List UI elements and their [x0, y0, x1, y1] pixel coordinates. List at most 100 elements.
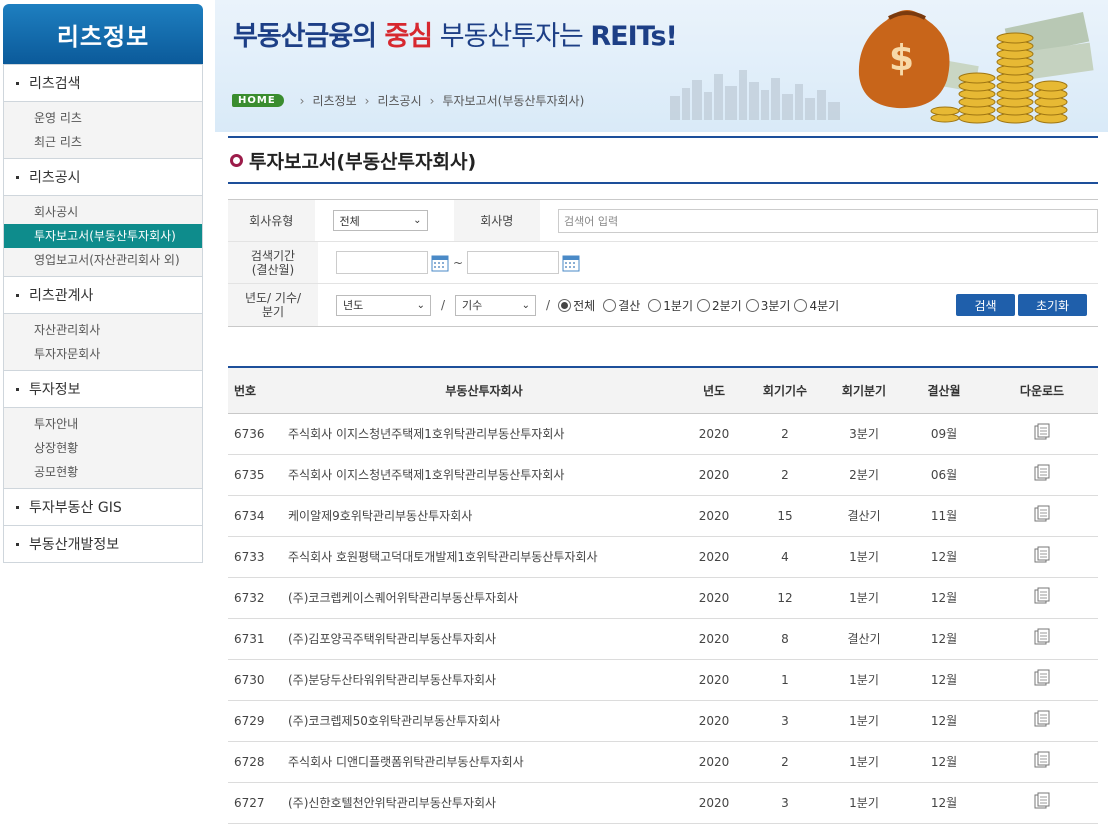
sidebar-subitem-asset-management[interactable]: 자산관리회사 [4, 318, 202, 342]
document-download-icon[interactable] [1033, 546, 1051, 564]
report-table: 번호 부동산투자회사 년도 회기기수 회기분기 결산월 다운로드 6736 주식회… [228, 366, 1098, 824]
page-title-text: 투자보고서(부동산투자회사) [249, 150, 477, 173]
chevron-down-icon: ⌄ [416, 299, 425, 311]
cell-company[interactable]: 케이알제9호위탁관리부동산투자회사 [284, 495, 684, 537]
cell-month: 11월 [902, 495, 986, 537]
radio-label: 1분기 [663, 298, 693, 313]
sidebar-subitem-investment-report[interactable]: 투자보고서(부동산투자회사) [4, 224, 202, 248]
sidebar-subitem-business-report[interactable]: 영업보고서(자산관리회사 외) [4, 248, 202, 272]
home-link[interactable]: HOME [232, 94, 284, 107]
sidebar-subitem-company-disclosure[interactable]: 회사공시 [4, 200, 202, 224]
period-label: 검색기간 (결산월) [228, 242, 318, 283]
radio-all[interactable]: 전체 [558, 297, 595, 314]
sidebar-item-development[interactable]: 부동산개발정보 [4, 525, 202, 562]
bullet-icon [16, 505, 19, 509]
table-row[interactable]: 6733 주식회사 호원평택고덕대토개발제1호위탁관리부동산투자회사 2020 4 1분… [228, 536, 1098, 578]
table-row[interactable]: 6728 주식회사 디앤디플랫폼위탁관리부동산투자회사 2020 2 1분기 12월 [228, 741, 1098, 783]
radio-q1[interactable]: 1분기 [648, 297, 693, 314]
radio-button[interactable] [648, 298, 662, 312]
document-download-icon[interactable] [1033, 792, 1051, 810]
document-download-icon[interactable] [1033, 751, 1051, 769]
year-select[interactable]: 년도 ⌄ [336, 294, 431, 316]
cell-year: 2020 [684, 782, 744, 824]
radio-label: 2분기 [712, 298, 742, 313]
cell-company[interactable]: (주)분당두산타워위탁관리부동산투자회사 [284, 659, 684, 701]
table-row[interactable]: 6729 (주)코크렙제50호위탁관리부동산투자회사 2020 3 1분기 12월 [228, 700, 1098, 742]
cell-number: 6735 [228, 454, 284, 496]
document-download-icon[interactable] [1033, 628, 1051, 646]
cell-company[interactable]: 주식회사 디앤디플랫폼위탁관리부동산투자회사 [284, 741, 684, 783]
cell-company[interactable]: 주식회사 이지스청년주택제1호위탁관리부동산투자회사 [284, 413, 684, 455]
radio-q2[interactable]: 2분기 [697, 297, 742, 314]
sidebar-submenu: 자산관리회사 투자자문회사 [4, 313, 202, 370]
cell-term: 4 [744, 536, 826, 578]
sidebar-item-disclosure[interactable]: 리츠공시 [4, 158, 202, 195]
radio-q4[interactable]: 4분기 [794, 297, 839, 314]
sidebar-subitem-recent-reits[interactable]: 최근 리츠 [4, 130, 202, 154]
period-separator: ~ [453, 255, 464, 270]
sidebar: 리츠정보 리츠검색 운영 리츠 최근 리츠 리츠공시 회사공시 투자보고서(부동… [3, 4, 203, 563]
cell-company[interactable]: (주)코크렙케이스퀘어위탁관리부동산투자회사 [284, 577, 684, 619]
sidebar-subitem-investment-advisory[interactable]: 투자자문회사 [4, 342, 202, 366]
document-download-icon[interactable] [1033, 464, 1051, 482]
document-download-icon[interactable] [1033, 710, 1051, 728]
calendar-icon[interactable] [431, 254, 449, 272]
document-download-icon[interactable] [1033, 587, 1051, 605]
term-select[interactable]: 기수 ⌄ [455, 294, 537, 316]
radio-settlement[interactable]: 결산 [603, 297, 640, 314]
table-row[interactable]: 6731 (주)김포양곡주택위탁관리부동산투자회사 2020 8 결산기 12월 [228, 618, 1098, 660]
breadcrumb-item[interactable]: 리츠공시 [377, 92, 421, 109]
search-button[interactable]: 검색 [956, 294, 1015, 316]
cell-download [986, 700, 1098, 742]
radio-label: 3분기 [760, 298, 791, 313]
reset-button[interactable]: 초기화 [1018, 294, 1087, 316]
cell-company[interactable]: (주)신한호텔천안위탁관리부동산투자회사 [284, 782, 684, 824]
sidebar-subitem-operating-reits[interactable]: 운영 리츠 [4, 106, 202, 130]
cell-company[interactable]: 주식회사 이지스청년주택제1호위탁관리부동산투자회사 [284, 454, 684, 496]
bullet-icon [16, 81, 19, 85]
year-term-label: 년도/ 기수/분기 [228, 284, 318, 326]
sidebar-item-investment-info[interactable]: 투자정보 [4, 370, 202, 407]
radio-q3[interactable]: 3분기 [745, 297, 791, 314]
table-row[interactable]: 6734 케이알제9호위탁관리부동산투자회사 2020 15 결산기 11월 [228, 495, 1098, 537]
radio-button[interactable] [794, 298, 808, 312]
radio-button[interactable] [697, 298, 710, 312]
table-row[interactable]: 6732 (주)코크렙케이스퀘어위탁관리부동산투자회사 2020 12 1분기 12월 [228, 577, 1098, 619]
period-end-input[interactable] [467, 251, 560, 274]
cell-year: 2020 [684, 659, 744, 701]
table-row[interactable]: 6730 (주)분당두산타워위탁관리부동산투자회사 2020 1 1분기 12월 [228, 659, 1098, 701]
document-download-icon[interactable] [1033, 423, 1051, 441]
calendar-icon[interactable] [562, 254, 580, 272]
radio-button[interactable] [745, 298, 759, 312]
company-name-input[interactable]: 검색어 입력 [558, 208, 1098, 233]
bullet-icon [16, 293, 19, 297]
cell-download [986, 536, 1098, 578]
cell-month: 09월 [902, 413, 986, 455]
document-download-icon[interactable] [1033, 505, 1051, 523]
table-row[interactable]: 6735 주식회사 이지스청년주택제1호위탁관리부동산투자회사 2020 2 2분기 06… [228, 454, 1098, 496]
cell-company[interactable]: (주)김포양곡주택위탁관리부동산투자회사 [284, 618, 684, 660]
sidebar-subitem-offering-status[interactable]: 공모현황 [4, 460, 202, 484]
breadcrumb-item[interactable]: 리츠정보 [312, 92, 356, 109]
radio-button[interactable] [558, 298, 572, 312]
sidebar-item-affiliates[interactable]: 리츠관계사 [4, 276, 202, 313]
cell-number: 6736 [228, 413, 284, 455]
sidebar-submenu: 운영 리츠 최근 리츠 [4, 101, 202, 158]
sidebar-item-reits-search[interactable]: 리츠검색 [4, 64, 202, 101]
table-row[interactable]: 6727 (주)신한호텔천안위탁관리부동산투자회사 2020 3 1분기 12월 [228, 782, 1098, 824]
table-row[interactable]: 6736 주식회사 이지스청년주택제1호위탁관리부동산투자회사 2020 2 3분기 09… [228, 413, 1098, 455]
company-type-select[interactable]: 전체 ⌄ [332, 210, 428, 231]
cell-month: 12월 [902, 618, 986, 660]
sidebar-item-gis[interactable]: 투자부동산 GIS [4, 488, 202, 525]
radio-button[interactable] [603, 298, 617, 312]
header-banner: 부동산금융의 중심 부동산투자는 REITs! $ HOME › 리츠정보 › … [215, 0, 1108, 132]
search-row-period: 검색기간 (결산월) ~ [228, 242, 1098, 284]
sidebar-subitem-listing-status[interactable]: 상장현황 [4, 436, 202, 460]
sidebar-subitem-investment-guide[interactable]: 투자안내 [4, 412, 202, 436]
period-start-input[interactable] [336, 251, 428, 274]
cell-company[interactable]: (주)코크렙제50호위탁관리부동산투자회사 [284, 700, 684, 742]
chevron-right-icon: › [364, 93, 370, 108]
cell-company[interactable]: 주식회사 호원평택고덕대토개발제1호위탁관리부동산투자회사 [284, 536, 684, 578]
chevron-down-icon: ⌄ [413, 215, 422, 226]
document-download-icon[interactable] [1033, 669, 1051, 687]
